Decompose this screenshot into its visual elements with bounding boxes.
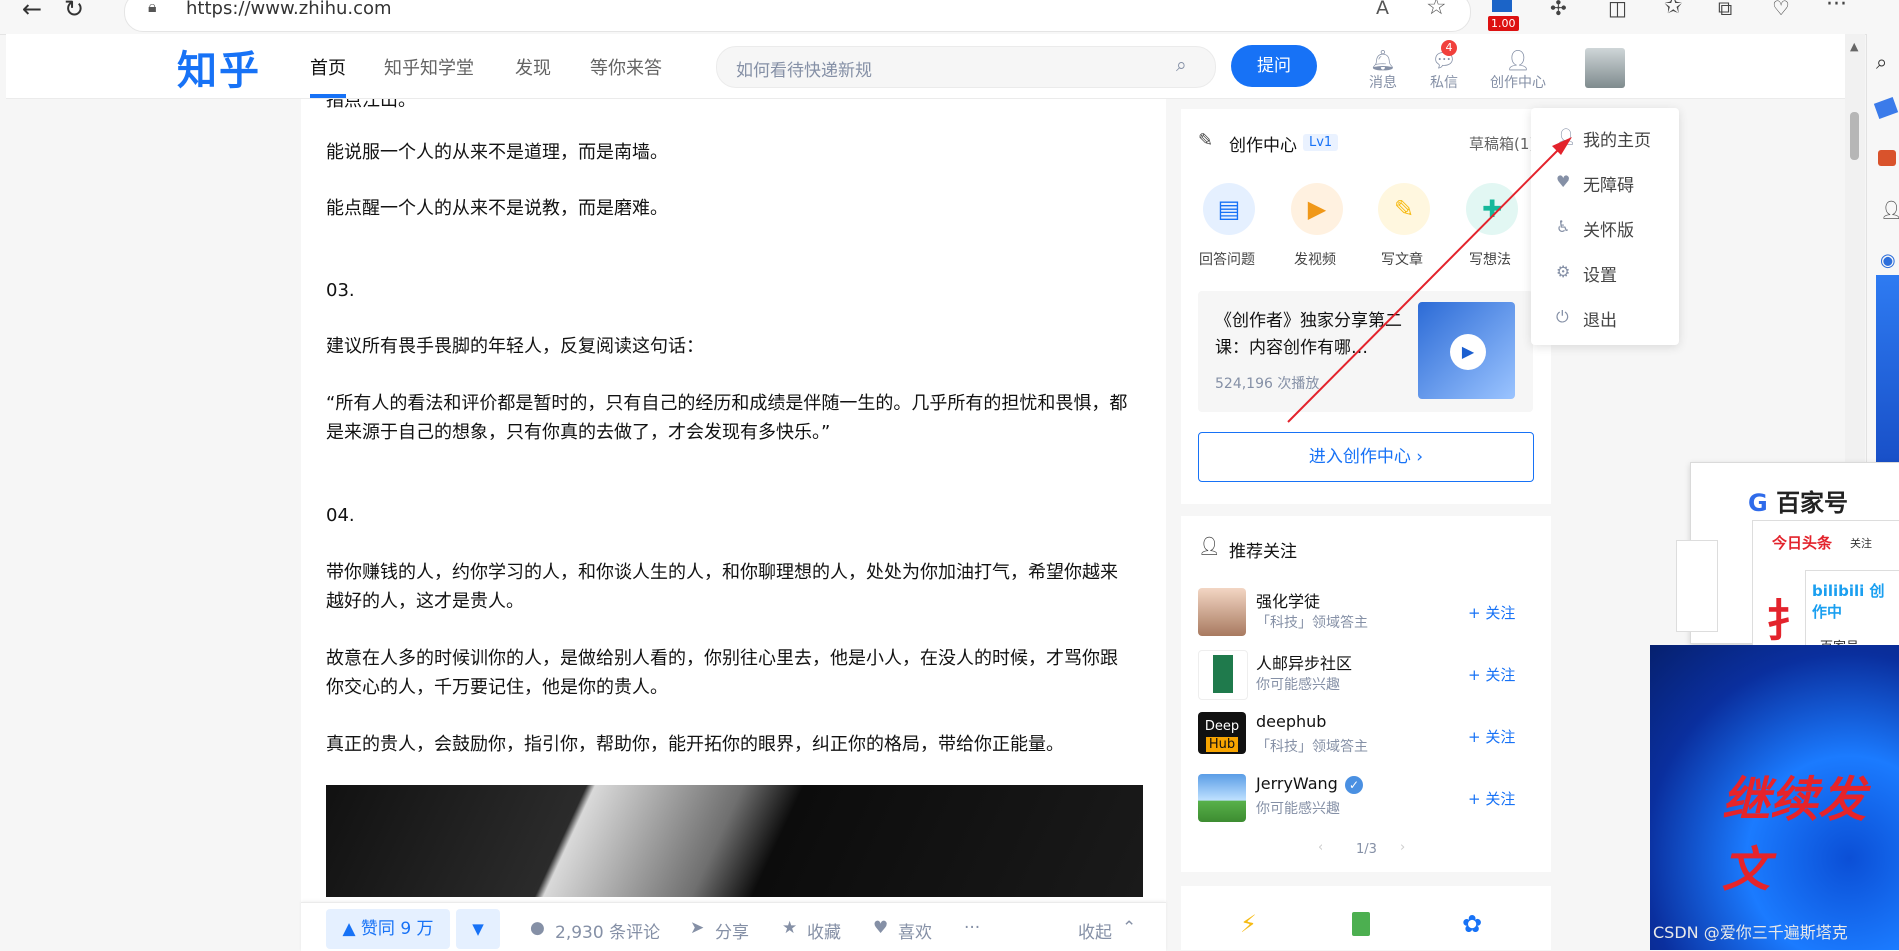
background-window	[1676, 540, 1718, 632]
toutiao-subnav: 关注	[1850, 537, 1872, 550]
sidebar-circle-icon[interactable]: ◉	[1880, 250, 1896, 271]
sidebar-blue-panel	[1876, 275, 1899, 465]
sidebar-briefcase-icon[interactable]	[1878, 150, 1896, 166]
csdn-watermark: CSDN @爱你三千遍斯塔克	[1653, 923, 1848, 942]
scroll-up-icon[interactable]: ▲	[1850, 40, 1858, 53]
continue-posting-text: 继续发文	[1722, 772, 1867, 898]
sidebar-search-icon[interactable]: ⌕	[1876, 50, 1887, 74]
annotation-arrow-line	[1287, 147, 1561, 423]
baijiahao-title: 百家号	[1776, 489, 1849, 517]
sidebar-person-icon[interactable]: 👤︎	[1880, 200, 1899, 221]
annotation-arrow	[1287, 137, 1572, 423]
toutiao-title: 今日头条	[1772, 534, 1833, 552]
scrollbar-thumb[interactable]	[1850, 112, 1859, 160]
baijiahao-logo: G 百家号	[1748, 489, 1849, 517]
bilibili-title: bilibili 创作中	[1812, 582, 1885, 621]
red-fragment-text: 扌	[1766, 596, 1810, 647]
